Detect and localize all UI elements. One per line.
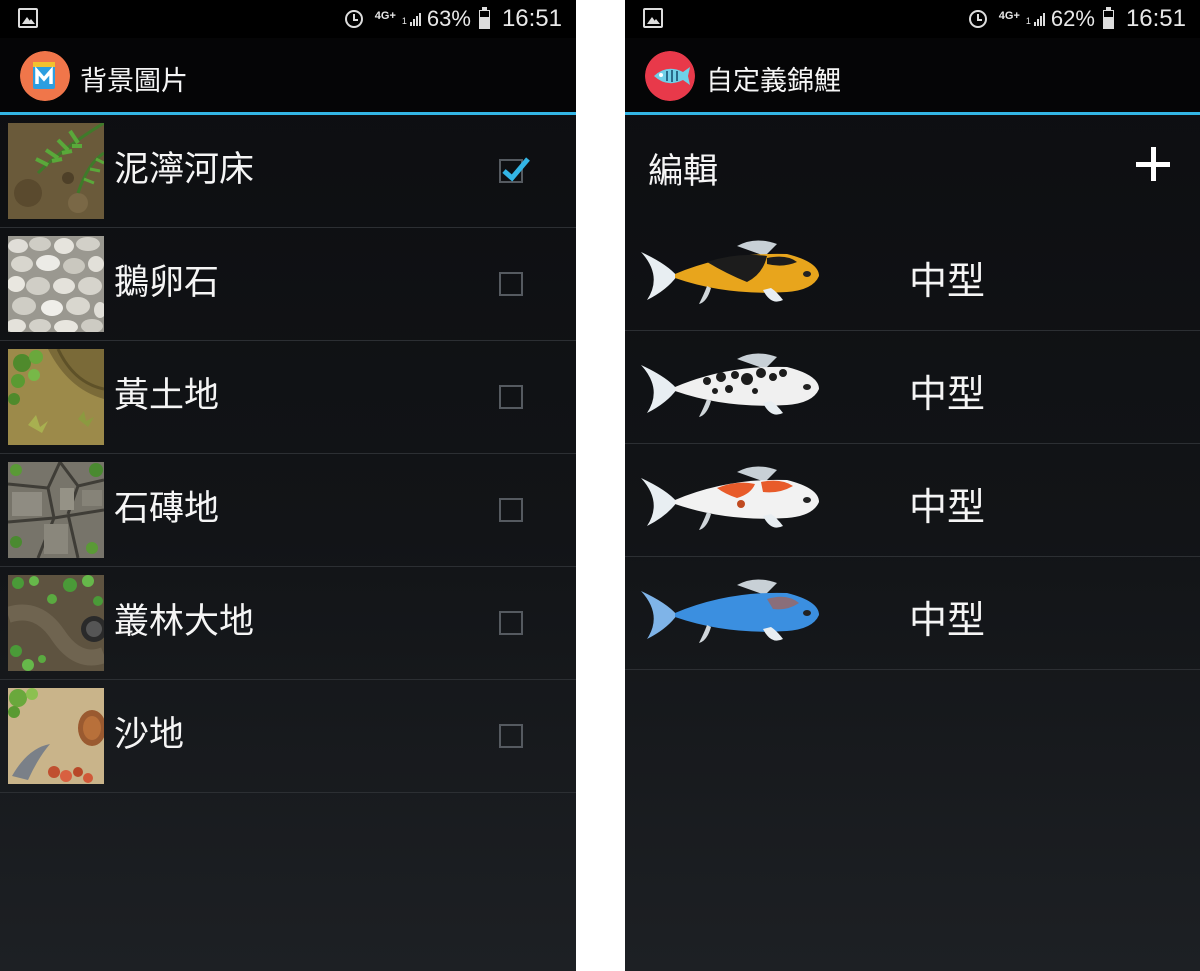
list-item[interactable]: 鵝卵石	[0, 228, 576, 341]
koi-red-white-image	[641, 466, 819, 530]
battery-percent: 62%	[1050, 6, 1095, 31]
list-item[interactable]: 泥濘河床	[0, 115, 576, 228]
item-label: 石磚地	[114, 489, 220, 529]
checkbox-checked[interactable]	[499, 157, 530, 183]
list-item[interactable]: 叢林大地	[0, 567, 576, 680]
koi-blue-image	[641, 579, 819, 643]
app-icon[interactable]	[20, 51, 70, 101]
checkbox[interactable]	[499, 385, 523, 409]
gallery-icon	[18, 8, 38, 28]
thumbnail-sand	[8, 688, 104, 784]
list-item[interactable]: 中型	[625, 331, 1200, 444]
list-item[interactable]: 沙地	[0, 680, 576, 793]
check-icon	[502, 157, 530, 182]
koi-white-black-image	[641, 353, 819, 417]
network-type: 4G+	[998, 9, 1020, 22]
koi-size-label: 中型	[909, 372, 986, 416]
status-bar: 4G+ 1 62% 16:51	[625, 0, 1200, 38]
thumbnail-loess	[8, 349, 104, 445]
right-screen: 4G+ 1 62% 16:51 自定義錦鯉 編輯 中型 中型 中型 中型	[625, 0, 1200, 971]
item-label: 鵝卵石	[114, 263, 220, 303]
edit-header: 編輯	[625, 115, 1200, 215]
alarm-icon	[968, 10, 987, 28]
network-type: 4G+	[374, 9, 396, 22]
battery-icon	[478, 6, 490, 29]
item-label: 黃土地	[114, 376, 220, 416]
koi-size-label: 中型	[909, 598, 986, 642]
item-label: 沙地	[114, 715, 185, 755]
koi-list: 中型 中型 中型 中型	[625, 218, 1200, 670]
thumbnail-mud-riverbed	[8, 123, 104, 219]
action-bar: 自定義錦鯉	[625, 38, 1200, 115]
action-bar: 背景圖片	[0, 38, 576, 115]
list-item[interactable]: 中型	[625, 218, 1200, 331]
gallery-icon	[643, 8, 663, 28]
thumbnail-pebbles	[8, 236, 104, 332]
item-label: 叢林大地	[114, 602, 255, 642]
koi-size-label: 中型	[909, 485, 986, 529]
signal-icon: 1	[402, 12, 421, 26]
checkbox[interactable]	[499, 611, 523, 635]
thumbnail-stone-brick	[8, 462, 104, 558]
battery-percent: 63%	[426, 6, 471, 31]
page-title: 背景圖片	[80, 66, 188, 97]
alarm-icon	[344, 10, 363, 28]
koi-app-icon[interactable]	[645, 51, 695, 101]
signal-icon: 1	[1026, 12, 1045, 26]
item-label: 泥濘河床	[114, 150, 255, 190]
list-item[interactable]: 中型	[625, 444, 1200, 557]
list-item[interactable]: 石磚地	[0, 454, 576, 567]
koi-yellow-black-image	[641, 240, 819, 304]
koi-size-label: 中型	[909, 259, 986, 303]
checkbox[interactable]	[499, 272, 523, 296]
status-bar: 4G+ 1 63% 16:51	[0, 0, 576, 38]
thumbnail-jungle-ground	[8, 575, 104, 671]
page-title: 自定義錦鯉	[706, 66, 841, 97]
left-screen: 4G+ 1 63% 16:51 背景圖片 泥濘河床 鵝卵石 黃土地 石磚地 叢林…	[0, 0, 576, 971]
add-icon[interactable]	[1136, 147, 1170, 181]
clock: 16:51	[501, 5, 562, 32]
clock: 16:51	[1125, 5, 1186, 32]
battery-icon	[1102, 6, 1114, 29]
checkbox[interactable]	[499, 724, 523, 748]
checkbox[interactable]	[499, 498, 523, 522]
list-item[interactable]: 黃土地	[0, 341, 576, 454]
background-list: 泥濘河床 鵝卵石 黃土地 石磚地 叢林大地 沙地	[0, 115, 576, 793]
list-item[interactable]: 中型	[625, 557, 1200, 670]
edit-label[interactable]: 編輯	[648, 143, 718, 194]
